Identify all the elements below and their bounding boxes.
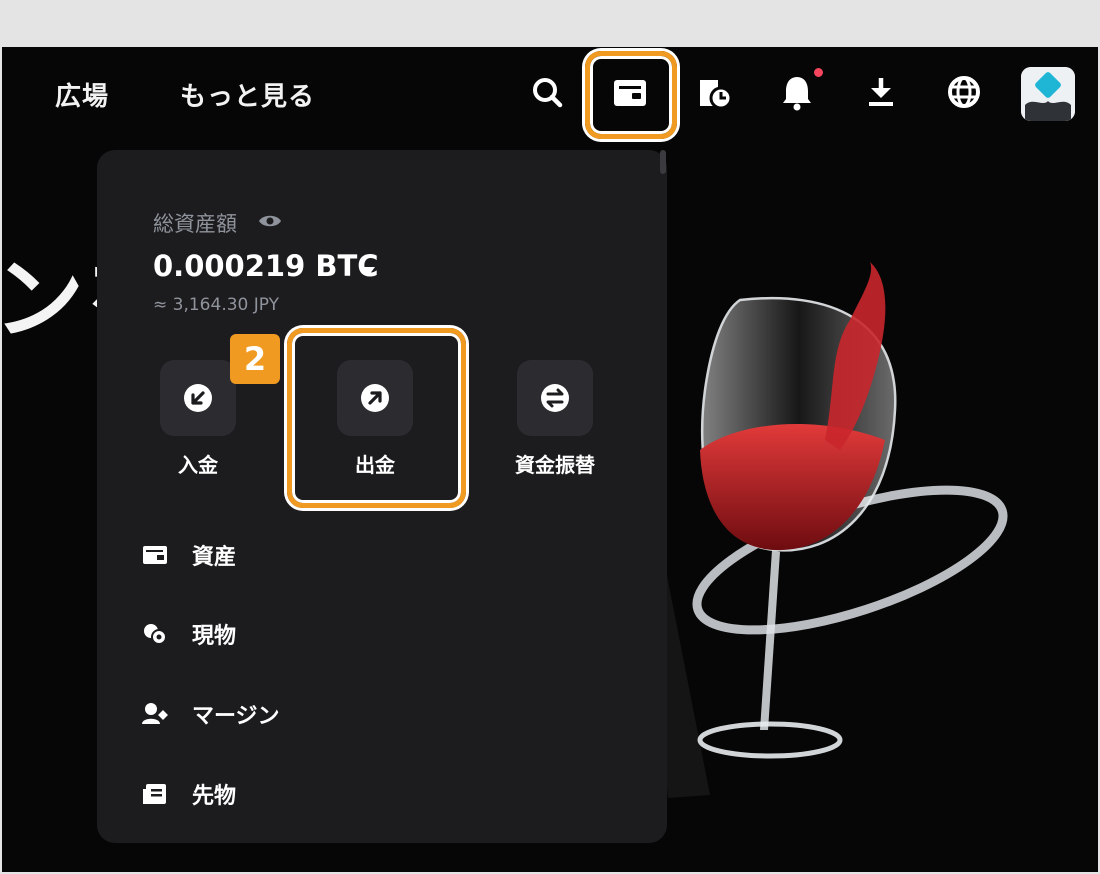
menu-label-assets: 資産 [192, 545, 237, 570]
wine-glass-illustration [645, 262, 1008, 798]
menu-label-futures: 先物 [192, 784, 237, 809]
eye-icon[interactable] [257, 211, 283, 231]
highlight-withdraw [287, 328, 466, 508]
menu-label-margin: マージン [192, 704, 280, 729]
balance-value: 0.000219 BTC [153, 249, 379, 283]
futures-icon [143, 784, 166, 804]
highlight-wallet [585, 51, 677, 139]
chevron-down-icon[interactable] [362, 261, 376, 275]
order-history-icon[interactable] [694, 72, 734, 112]
transfer-icon [517, 360, 593, 436]
menu-item-futures[interactable]: 先物 [140, 774, 600, 814]
menu-item-margin[interactable]: マージン [140, 694, 600, 734]
menu-item-assets[interactable]: 資産 [140, 535, 600, 575]
download-icon[interactable] [861, 72, 901, 112]
wallet-icon [143, 546, 167, 564]
transfer-label: 資金振替 [515, 453, 595, 477]
notification-dot [812, 66, 825, 79]
deposit-icon [160, 360, 236, 436]
spot-icon [144, 624, 167, 645]
globe-icon[interactable] [944, 72, 984, 112]
fiat-value: ≈ 3,164.30 JPY [153, 295, 280, 315]
step-2-badge: 2 [230, 334, 280, 384]
nav-square[interactable]: 広場 [55, 76, 109, 113]
search-icon[interactable] [527, 72, 567, 112]
bell-icon[interactable] [777, 72, 817, 112]
avatar[interactable] [1021, 67, 1075, 121]
menu-item-spot[interactable]: 現物 [140, 614, 600, 654]
nav-more[interactable]: もっと見る [180, 76, 315, 113]
total-assets-label: 総資産額 [153, 212, 237, 236]
deposit-label: 入金 [178, 453, 218, 477]
transfer-button[interactable]: 資金振替 [495, 360, 615, 478]
menu-label-spot: 現物 [192, 624, 237, 649]
margin-icon [142, 703, 170, 724]
panel-scrollbar[interactable] [660, 150, 666, 174]
